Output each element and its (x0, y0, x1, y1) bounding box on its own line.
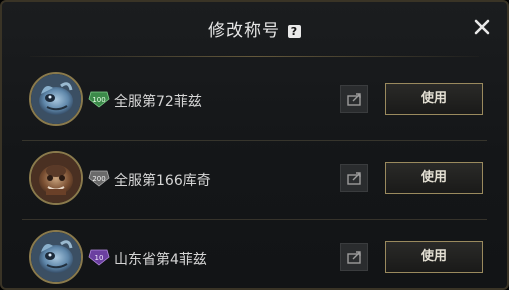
title-label: 山东省第4菲兹 (114, 252, 207, 268)
close-icon (474, 19, 490, 35)
badge-text: 10 (95, 254, 104, 262)
avatar (29, 151, 83, 205)
level-badge-icon: 200 (88, 170, 110, 187)
fizz-avatar-icon (31, 74, 81, 124)
title-row: 100 全服第72菲兹 使用 (22, 62, 487, 141)
level-badge-icon: 10 (88, 249, 110, 266)
use-button[interactable]: 使用 (385, 241, 483, 273)
share-button[interactable] (340, 85, 368, 113)
title-row: 10 山东省第4菲兹 使用 (22, 220, 487, 288)
title-label: 全服第166库奇 (114, 173, 211, 189)
help-icon[interactable]: ? (288, 25, 301, 38)
use-button[interactable]: 使用 (385, 162, 483, 194)
share-button[interactable] (340, 243, 368, 271)
level-badge-icon: 100 (88, 91, 110, 108)
dialog-header: 修改称号? (2, 2, 507, 56)
share-icon (347, 93, 361, 106)
title-label: 全服第72菲兹 (114, 94, 202, 110)
close-button[interactable] (471, 16, 493, 38)
header-divider (30, 56, 479, 57)
dialog-title: 修改称号 (208, 21, 280, 41)
title-list: 100 全服第72菲兹 使用 200 全服第166库奇 使用 10 山东省第4菲… (22, 62, 487, 288)
fizz-avatar-icon (31, 232, 81, 282)
share-button[interactable] (340, 164, 368, 192)
badge-text: 100 (92, 96, 105, 104)
avatar (29, 230, 83, 284)
badge-text: 200 (92, 175, 105, 183)
share-icon (347, 251, 361, 264)
dialog-title-wrap: 修改称号? (2, 16, 507, 41)
avatar (29, 72, 83, 126)
title-dialog: 修改称号? 100 全服第72菲兹 使用 200 全服第166库奇 使用 10 … (0, 0, 509, 290)
use-button[interactable]: 使用 (385, 83, 483, 115)
share-icon (347, 172, 361, 185)
title-row: 200 全服第166库奇 使用 (22, 141, 487, 220)
corki-avatar-icon (31, 153, 81, 203)
